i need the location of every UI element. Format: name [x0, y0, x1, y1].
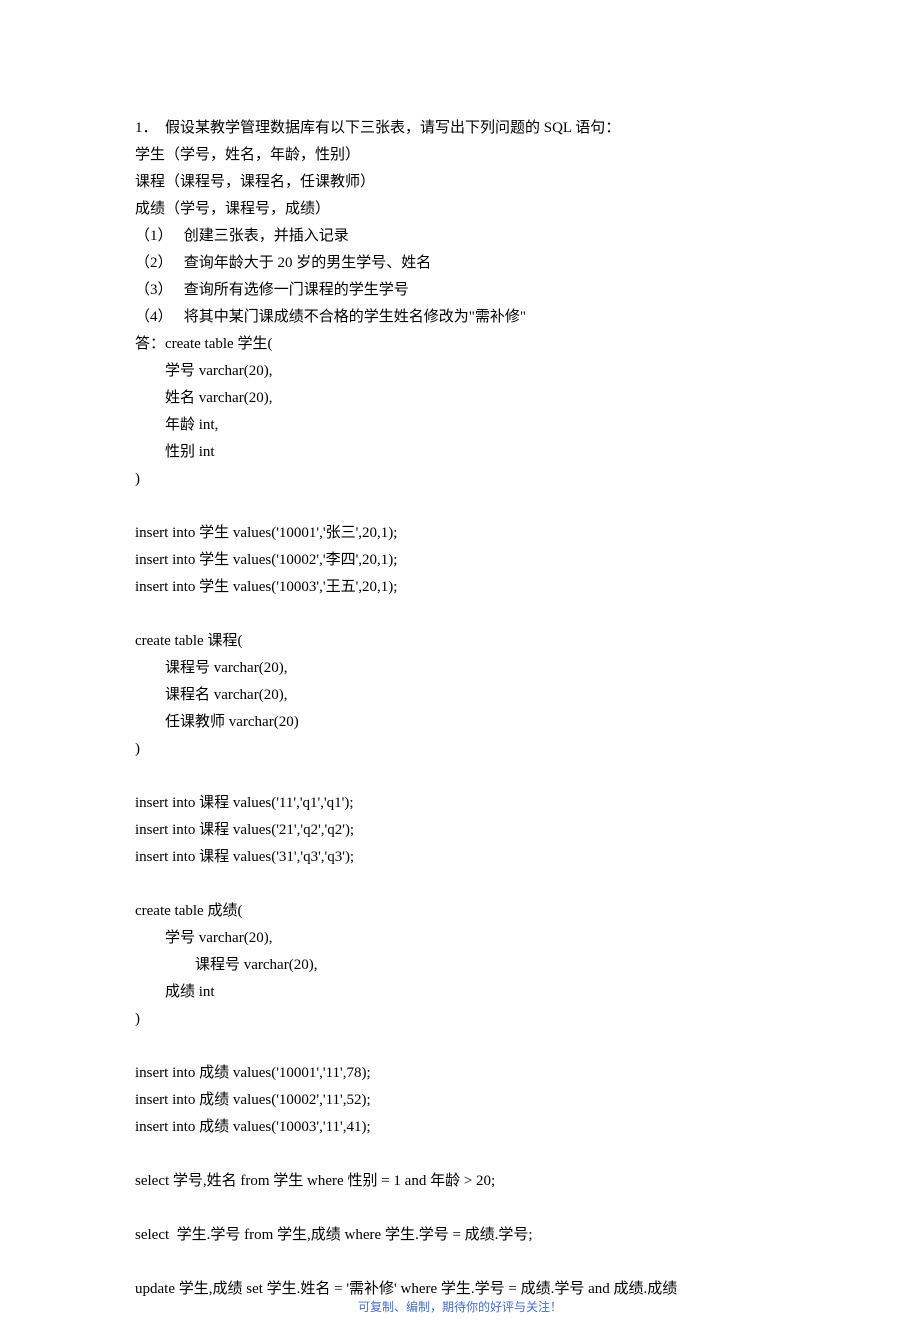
- blank-line: [135, 763, 785, 790]
- blank-line: [135, 1249, 785, 1276]
- student-col-1: 学号 varchar(20),: [135, 358, 785, 385]
- blank-line: [135, 871, 785, 898]
- insert-course-2: insert into 课程 values('21','q2','q2');: [135, 817, 785, 844]
- create-grade: create table 成绩(: [135, 898, 785, 925]
- select-query-2: select 学生.学号 from 学生,成绩 where 学生.学号 = 成绩…: [135, 1222, 785, 1249]
- create-course: create table 课程(: [135, 628, 785, 655]
- close-paren-2: ): [135, 736, 785, 763]
- close-paren-1: ): [135, 466, 785, 493]
- insert-grade-2: insert into 成绩 values('10002','11',52);: [135, 1087, 785, 1114]
- student-col-2: 姓名 varchar(20),: [135, 385, 785, 412]
- insert-student-1: insert into 学生 values('10001','张三',20,1)…: [135, 520, 785, 547]
- sub-question-4: （4） 将其中某门课成绩不合格的学生姓名修改为"需补修": [135, 304, 785, 331]
- course-col-1: 课程号 varchar(20),: [135, 655, 785, 682]
- blank-line: [135, 493, 785, 520]
- insert-student-2: insert into 学生 values('10002','李四',20,1)…: [135, 547, 785, 574]
- insert-grade-3: insert into 成绩 values('10003','11',41);: [135, 1114, 785, 1141]
- blank-line: [135, 1033, 785, 1060]
- grade-col-2: 课程号 varchar(20),: [135, 952, 785, 979]
- grade-col-3: 成绩 int: [135, 979, 785, 1006]
- blank-line: [135, 1141, 785, 1168]
- select-query-1: select 学号,姓名 from 学生 where 性别 = 1 and 年龄…: [135, 1168, 785, 1195]
- sub-question-3: （3） 查询所有选修一门课程的学生学号: [135, 277, 785, 304]
- insert-course-3: insert into 课程 values('31','q3','q3');: [135, 844, 785, 871]
- grade-col-1: 学号 varchar(20),: [135, 925, 785, 952]
- table-def-grade: 成绩（学号，课程号，成绩）: [135, 196, 785, 223]
- insert-grade-1: insert into 成绩 values('10001','11',78);: [135, 1060, 785, 1087]
- question-intro: 1． 假设某教学管理数据库有以下三张表，请写出下列问题的 SQL 语句：: [135, 115, 785, 142]
- blank-line: [135, 601, 785, 628]
- document-body: 1． 假设某教学管理数据库有以下三张表，请写出下列问题的 SQL 语句： 学生（…: [0, 0, 920, 1343]
- blank-line: [135, 1195, 785, 1222]
- answer-create-student: 答：create table 学生(: [135, 331, 785, 358]
- footer-text: 可复制、编制，期待你的好评与关注！: [0, 1298, 920, 1315]
- close-paren-3: ): [135, 1006, 785, 1033]
- sub-question-2: （2） 查询年龄大于 20 岁的男生学号、姓名: [135, 250, 785, 277]
- sub-question-1: （1） 创建三张表，并插入记录: [135, 223, 785, 250]
- student-col-4: 性别 int: [135, 439, 785, 466]
- course-col-2: 课程名 varchar(20),: [135, 682, 785, 709]
- insert-course-1: insert into 课程 values('11','q1','q1');: [135, 790, 785, 817]
- insert-student-3: insert into 学生 values('10003','王五',20,1)…: [135, 574, 785, 601]
- course-col-3: 任课教师 varchar(20): [135, 709, 785, 736]
- table-def-course: 课程（课程号，课程名，任课教师）: [135, 169, 785, 196]
- student-col-3: 年龄 int,: [135, 412, 785, 439]
- table-def-student: 学生（学号，姓名，年龄，性别）: [135, 142, 785, 169]
